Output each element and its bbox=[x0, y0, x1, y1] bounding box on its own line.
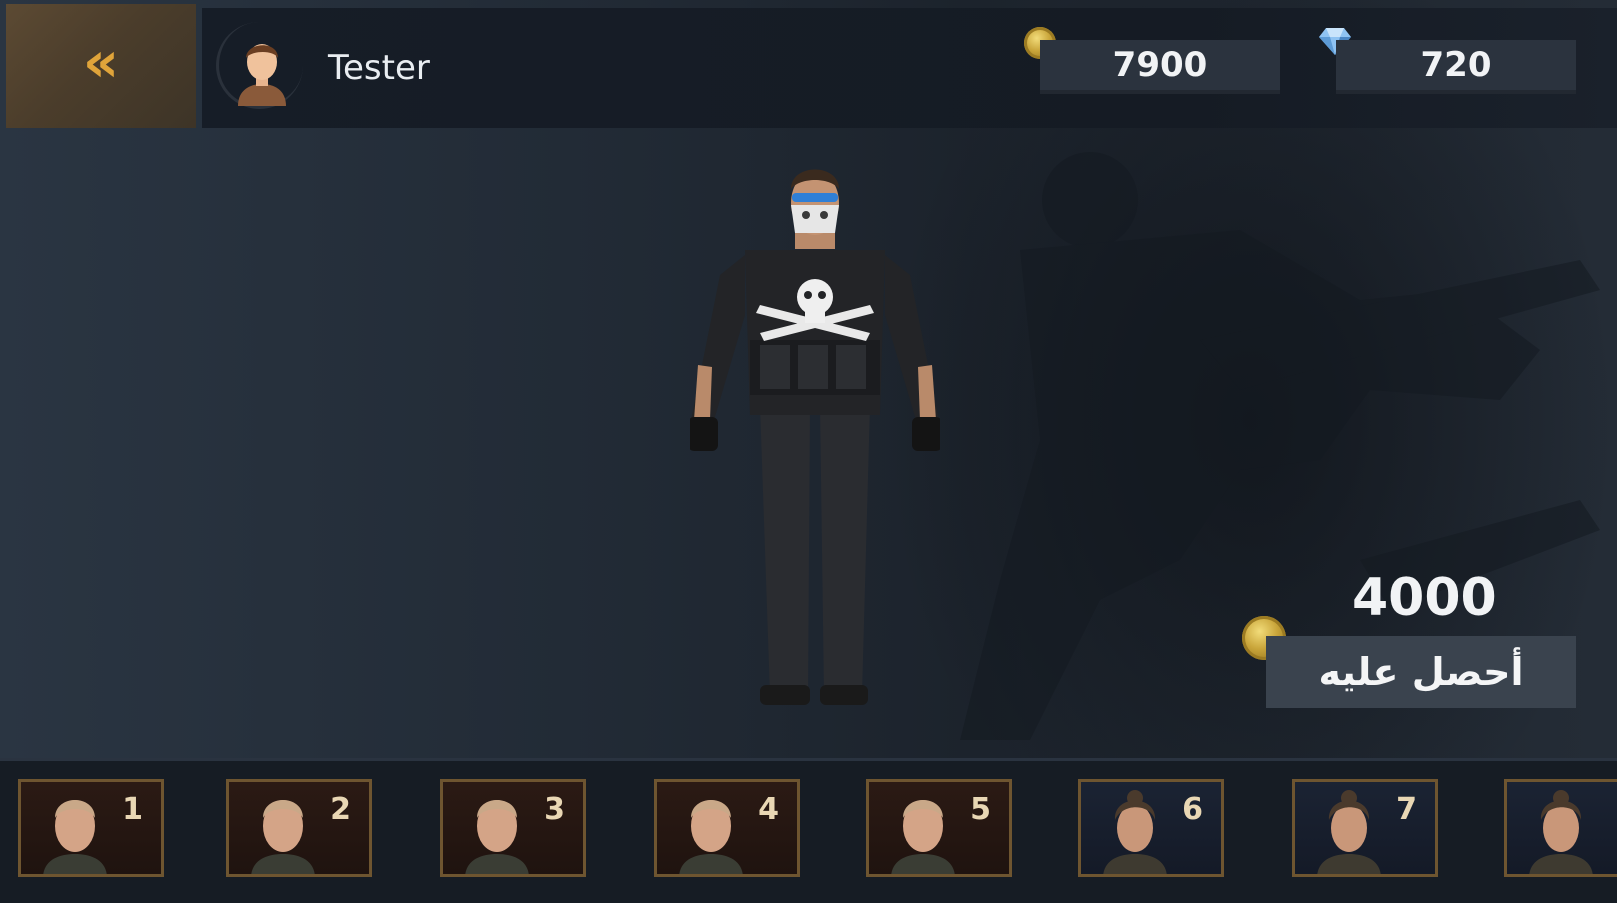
gold-balance: 7900 bbox=[1040, 40, 1280, 94]
skin-number: 2 bbox=[330, 792, 351, 827]
skin-number: 3 bbox=[544, 792, 565, 827]
buy-button[interactable]: أحصل عليه bbox=[1266, 636, 1576, 708]
back-button[interactable]: « bbox=[6, 4, 196, 128]
male-portrait bbox=[43, 800, 107, 874]
female-portrait bbox=[1103, 790, 1167, 874]
skin-number: 6 bbox=[1182, 792, 1203, 827]
skin-roster: 1 2 3 4 5 6 7 bbox=[0, 758, 1617, 903]
male-portrait bbox=[465, 800, 529, 874]
male-portrait bbox=[679, 800, 743, 874]
skin-number: 4 bbox=[758, 792, 779, 827]
double-chevron-left-icon: « bbox=[82, 30, 120, 95]
skin-slot-3[interactable]: 3 bbox=[440, 779, 586, 877]
avatar[interactable] bbox=[232, 34, 292, 106]
skin-slot-7[interactable]: 7 bbox=[1292, 779, 1438, 877]
female-portrait bbox=[1317, 790, 1381, 874]
gem-balance: 720 bbox=[1336, 40, 1576, 94]
skin-number: 7 bbox=[1396, 792, 1417, 827]
male-portrait bbox=[251, 800, 315, 874]
skin-price: 4000 bbox=[1352, 568, 1497, 628]
character-model bbox=[690, 169, 940, 705]
skin-slot-1[interactable]: 1 bbox=[18, 779, 164, 877]
skin-number: 5 bbox=[970, 792, 991, 827]
skin-slot-5[interactable]: 5 bbox=[866, 779, 1012, 877]
skin-slot-4[interactable]: 4 bbox=[654, 779, 800, 877]
top-bar: « Tester 7900 720 bbox=[0, 0, 1617, 128]
skin-slot-6[interactable]: 6 bbox=[1078, 779, 1224, 877]
skin-number: 1 bbox=[122, 792, 143, 827]
skin-slot-8[interactable] bbox=[1504, 779, 1617, 877]
skin-slot-2[interactable]: 2 bbox=[226, 779, 372, 877]
male-portrait bbox=[891, 800, 955, 874]
female-portrait bbox=[1529, 790, 1593, 874]
player-name: Tester bbox=[328, 48, 430, 88]
